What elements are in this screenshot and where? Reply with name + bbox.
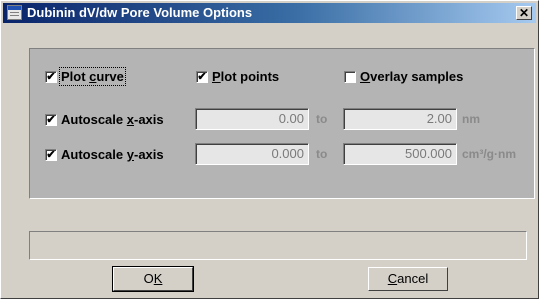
checkbox-check-icon: ✔ xyxy=(45,70,57,83)
title-bar[interactable]: Dubinin dV/dw Pore Volume Options ✕ xyxy=(3,3,536,23)
checkbox-check-icon: ✔ xyxy=(196,70,208,83)
plot-curve-label: Plot curve xyxy=(59,67,126,86)
y-min-field[interactable]: 0.000 xyxy=(195,143,309,165)
checkbox-empty-icon xyxy=(344,70,356,83)
options-panel: ✔ Plot curve ✔ Plot points Overlay sampl… xyxy=(29,48,535,199)
autoscale-y-checkbox[interactable]: ✔ Autoscale y-axis xyxy=(45,147,164,162)
y-max-field[interactable]: 500.000 xyxy=(343,143,457,165)
x-to-label: to xyxy=(316,112,328,126)
ok-button[interactable]: OK xyxy=(112,266,194,292)
window-title: Dubinin dV/dw Pore Volume Options xyxy=(27,5,253,20)
app-icon xyxy=(7,5,22,20)
y-unit-label: cm³/g·nm xyxy=(462,147,516,161)
cancel-button[interactable]: Cancel xyxy=(368,267,448,291)
x-unit-label: nm xyxy=(462,112,480,126)
dialog-window: Dubinin dV/dw Pore Volume Options ✕ ✔ Pl… xyxy=(0,0,539,299)
x-max-field[interactable]: 2.00 xyxy=(343,108,457,130)
checkbox-check-icon: ✔ xyxy=(45,148,57,161)
status-bar xyxy=(29,231,527,260)
autoscale-y-label: Autoscale y-axis xyxy=(61,147,164,162)
plot-points-checkbox[interactable]: ✔ Plot points xyxy=(196,69,279,84)
y-to-label: to xyxy=(316,147,328,161)
checkbox-check-icon: ✔ xyxy=(45,113,57,126)
autoscale-x-checkbox[interactable]: ✔ Autoscale x-axis xyxy=(45,112,164,127)
autoscale-x-label: Autoscale x-axis xyxy=(61,112,164,127)
close-icon[interactable]: ✕ xyxy=(516,6,532,20)
overlay-samples-label: Overlay samples xyxy=(360,69,464,84)
plot-curve-checkbox[interactable]: ✔ Plot curve xyxy=(45,67,126,86)
plot-points-label: Plot points xyxy=(212,69,280,84)
overlay-samples-checkbox[interactable]: Overlay samples xyxy=(344,69,463,84)
x-min-field[interactable]: 0.00 xyxy=(195,108,309,130)
